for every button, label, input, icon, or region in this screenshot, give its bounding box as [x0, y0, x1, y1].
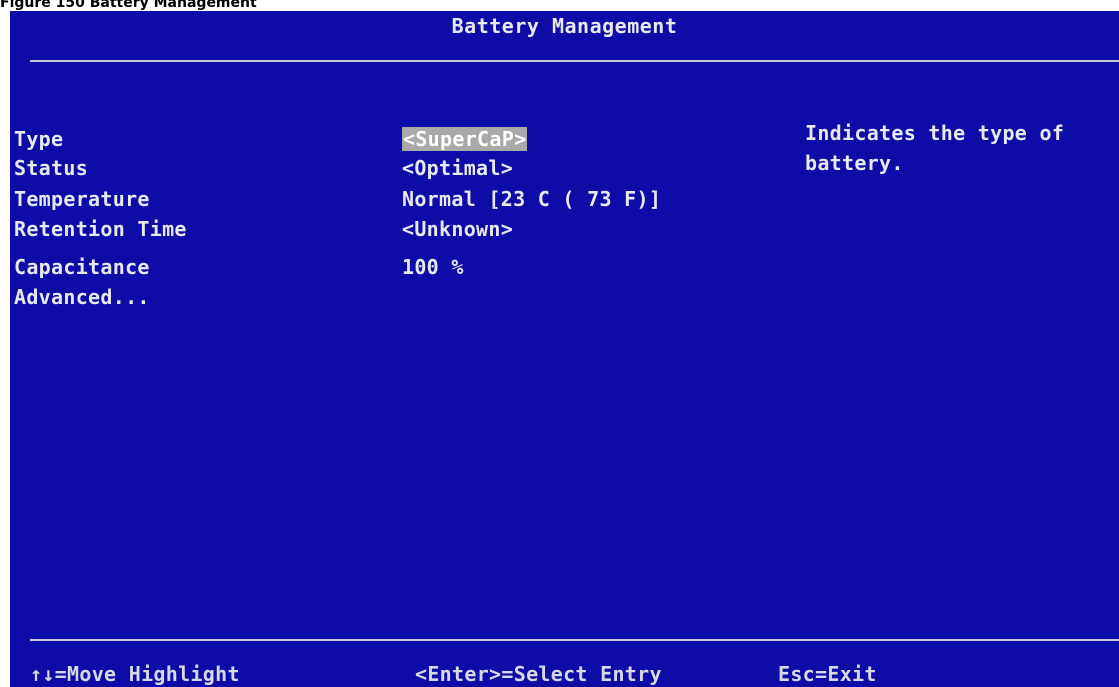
- status-value[interactable]: <Optimal>: [402, 156, 513, 180]
- advanced-link[interactable]: Advanced...: [14, 285, 150, 309]
- status-label[interactable]: Status: [14, 156, 88, 180]
- capacitance-label: Capacitance: [14, 255, 150, 279]
- footer-move-highlight: ↑↓=Move Highlight: [30, 662, 240, 686]
- bios-screen: Battery Management Type <SuperCaP> Statu…: [10, 11, 1119, 687]
- footer-select-entry: <Enter>=Select Entry: [415, 662, 662, 686]
- type-label[interactable]: Type: [14, 127, 63, 151]
- bottom-divider: [30, 639, 1119, 641]
- type-value-highlight[interactable]: <SuperCaP>: [402, 127, 528, 151]
- temperature-label: Temperature: [14, 187, 150, 211]
- figure-caption: Figure 150 Battery Management: [0, 0, 257, 11]
- retention-time-value[interactable]: <Unknown>: [402, 217, 513, 241]
- type-value[interactable]: <SuperCaP>: [402, 127, 528, 151]
- help-text: Indicates the type of battery.: [805, 121, 1065, 175]
- top-divider: [30, 60, 1119, 62]
- temperature-value: Normal [23 C ( 73 F)]: [402, 187, 662, 211]
- footer-exit: Esc=Exit: [778, 662, 877, 686]
- retention-time-label[interactable]: Retention Time: [14, 217, 187, 241]
- capacitance-value: 100 %: [402, 255, 464, 279]
- page-title: Battery Management: [451, 14, 678, 38]
